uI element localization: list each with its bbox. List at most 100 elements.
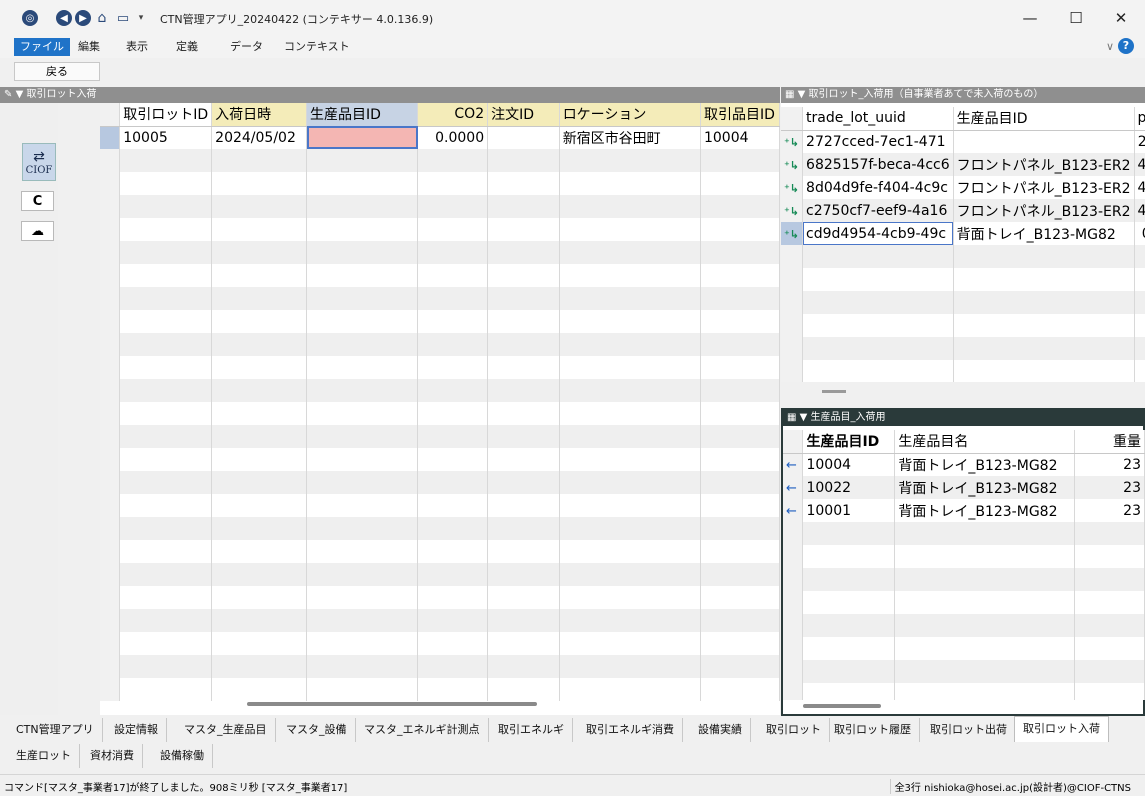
column-header[interactable]: 入荷日時 — [211, 103, 308, 127]
table-cell[interactable]: フロントパネル_B123-ER2 — [953, 176, 1135, 199]
menu-view[interactable]: 表示 — [120, 38, 154, 56]
tab-trade-energy-consumption[interactable]: 取引エネルギ消費 — [578, 718, 683, 742]
column-header[interactable]: pro — [1134, 107, 1145, 131]
table-cell[interactable]: 背面トレイ_B123-MG82 — [894, 499, 1076, 522]
column-header[interactable]: trade_lot_uuid — [802, 107, 954, 131]
column-header[interactable]: ロケーション — [559, 103, 701, 127]
horizontal-scrollbar[interactable] — [803, 704, 881, 708]
table-cell[interactable]: 10001 — [802, 499, 896, 522]
column-header[interactable]: 取引品目ID — [700, 103, 780, 127]
table-cell[interactable]: 23 — [1074, 453, 1145, 476]
menu-data[interactable]: データ — [224, 38, 269, 56]
row-selector[interactable]: ⁺↳ — [781, 153, 804, 176]
column-header[interactable]: 生産品目名 — [894, 430, 1076, 454]
table-cell[interactable]: 新宿区市谷田町 — [559, 126, 701, 149]
column-header[interactable]: CO2 — [417, 103, 489, 127]
table-cell[interactable]: フロントパネル_B123-ER2 — [953, 199, 1135, 222]
tab-master-energy-measurement[interactable]: マスタ_エネルギ計測点 — [356, 718, 489, 742]
row-selector[interactable]: ⁺↳ — [781, 199, 804, 222]
table-cell[interactable]: 2727cced-7ec1-471 — [802, 130, 954, 153]
receiving-grid[interactable]: 取引ロットID 入荷日時 生産品目ID CO2 注文ID ロケーション 取引品目… — [100, 103, 780, 715]
column-header[interactable]: 注文ID — [487, 103, 560, 127]
row-selector[interactable]: ⁺↳ — [781, 130, 804, 153]
column-header[interactable]: 生産品目ID — [802, 430, 896, 454]
table-cell[interactable]: 23 — [1074, 499, 1145, 522]
close-button[interactable]: ✕ — [1103, 6, 1139, 30]
tab-master-production-item[interactable]: マスタ_生産品目 — [176, 718, 276, 742]
tab-trade-lot-shipping[interactable]: 取引ロット出荷 — [922, 718, 1016, 742]
table-cell[interactable]: 10004 — [700, 126, 780, 149]
table-cell[interactable]: 0.0000 — [417, 126, 489, 149]
menu-edit[interactable]: 編集 — [72, 38, 106, 56]
tab-trade-lot-receiving[interactable]: 取引ロット入荷 — [1014, 716, 1109, 742]
column-header[interactable]: 取引ロットID — [119, 103, 213, 127]
ribbon-collapse-icon[interactable]: ∨ — [1100, 38, 1120, 56]
table-row[interactable]: ← 10022 背面トレイ_B123-MG82 23 — [783, 476, 1145, 499]
table-cell[interactable]: 23 — [1074, 476, 1145, 499]
table-cell[interactable]: 400 — [1134, 176, 1145, 199]
table-cell[interactable]: 8d04d9fe-f404-4c9c — [802, 176, 954, 199]
table-row[interactable]: ⁺↳ c2750cf7-eef9-4a16 フロントパネル_B123-ER2 4… — [781, 199, 1145, 222]
table-cell[interactable]: 背面トレイ_B123-MG82 — [894, 453, 1076, 476]
table-row[interactable]: ← 10001 背面トレイ_B123-MG82 23 — [783, 499, 1145, 522]
table-cell[interactable]: 28e — [1134, 130, 1145, 153]
menu-file[interactable]: ファイル — [14, 38, 70, 56]
tab-equipment-results[interactable]: 設備実績 — [690, 718, 751, 742]
table-row[interactable]: 10005 2024/05/02 0.0000 新宿区市谷田町 10004 — [100, 126, 780, 149]
maximize-button[interactable]: ☐ — [1058, 6, 1094, 30]
column-header[interactable]: 生産品目ID — [953, 107, 1135, 131]
tab-ctn-app[interactable]: CTN管理アプリ — [8, 718, 103, 742]
quick-access-dropdown-icon[interactable]: ▾ — [133, 10, 149, 26]
table-cell[interactable]: 背面トレイ_B123-MG82 — [953, 222, 1135, 245]
row-selector[interactable]: ← — [783, 499, 804, 522]
table-cell[interactable]: 10022 — [802, 476, 896, 499]
table-cell[interactable]: フロントパネル_B123-ER2 — [953, 153, 1135, 176]
minimize-button[interactable]: — — [1012, 6, 1048, 30]
table-cell[interactable]: 10005 — [119, 126, 213, 149]
menu-definition[interactable]: 定義 — [170, 38, 204, 56]
table-cell[interactable]: 10004 — [802, 453, 896, 476]
tab-trade-lot[interactable]: 取引ロット — [758, 718, 830, 742]
help-icon[interactable]: ? — [1118, 38, 1134, 54]
home-icon[interactable]: ⌂ — [94, 10, 110, 26]
tab-production-lot[interactable]: 生産ロット — [8, 744, 80, 768]
table-row[interactable]: ⁺↳ 6825157f-beca-4cc6 フロントパネル_B123-ER2 4… — [781, 153, 1145, 176]
table-row-selected[interactable]: ⁺↳ cd9d4954-4cb9-49c 背面トレイ_B123-MG82 02: — [781, 222, 1145, 245]
upload-button[interactable]: ☁ — [21, 221, 54, 241]
refresh-button[interactable]: C — [21, 191, 54, 211]
production-item-grid[interactable]: 生産品目ID 生産品目名 重量 ← 10004 背面トレイ_B123-MG82 … — [783, 430, 1145, 700]
filter-icon[interactable]: ▼ — [800, 412, 808, 423]
tab-material-consumption[interactable]: 資材消費 — [82, 744, 143, 768]
tab-settings[interactable]: 設定情報 — [106, 718, 167, 742]
incoming-grid[interactable]: trade_lot_uuid 生産品目ID pro ⁺↳ 2727cced-7e… — [781, 107, 1145, 382]
table-cell-active[interactable] — [306, 126, 419, 149]
row-selector[interactable]: ← — [783, 476, 804, 499]
row-selector[interactable]: ⁺↳ — [781, 176, 804, 199]
table-cell[interactable]: 2024/05/02 — [211, 126, 308, 149]
horizontal-scrollbar[interactable] — [247, 702, 537, 706]
table-row[interactable]: ← 10004 背面トレイ_B123-MG82 23 — [783, 453, 1145, 476]
column-header[interactable]: 生産品目ID — [306, 103, 419, 127]
window-list-icon[interactable]: ▭ — [115, 10, 131, 26]
tab-equipment-operation[interactable]: 設備稼働 — [152, 744, 213, 768]
table-cell[interactable]: 400 — [1134, 153, 1145, 176]
row-selector[interactable] — [100, 126, 121, 149]
filter-icon[interactable]: ▼ — [16, 89, 24, 100]
table-row[interactable]: ⁺↳ 8d04d9fe-f404-4c9c フロントパネル_B123-ER2 4… — [781, 176, 1145, 199]
menu-context[interactable]: コンテキスト — [278, 38, 356, 56]
table-cell[interactable]: 背面トレイ_B123-MG82 — [894, 476, 1076, 499]
tab-master-equipment[interactable]: マスタ_設備 — [278, 718, 356, 742]
ciof-sync-button[interactable]: ⇄ CIOF — [22, 143, 56, 181]
row-selector[interactable]: ⁺↳ — [781, 222, 804, 245]
table-cell[interactable]: cd9d4954-4cb9-49c — [802, 222, 954, 245]
panel-splitter-handle[interactable] — [822, 390, 846, 393]
table-cell[interactable] — [487, 126, 560, 149]
table-cell[interactable]: c2750cf7-eef9-4a16 — [802, 199, 954, 222]
table-cell[interactable]: 6825157f-beca-4cc6 — [802, 153, 954, 176]
table-cell[interactable]: 02: — [1134, 222, 1145, 245]
filter-icon[interactable]: ▼ — [798, 89, 806, 100]
forward-nav-icon[interactable]: ▶ — [75, 10, 91, 26]
back-nav-icon[interactable]: ◀ — [56, 10, 72, 26]
table-cell[interactable]: 400 — [1134, 199, 1145, 222]
row-selector[interactable]: ← — [783, 453, 804, 476]
